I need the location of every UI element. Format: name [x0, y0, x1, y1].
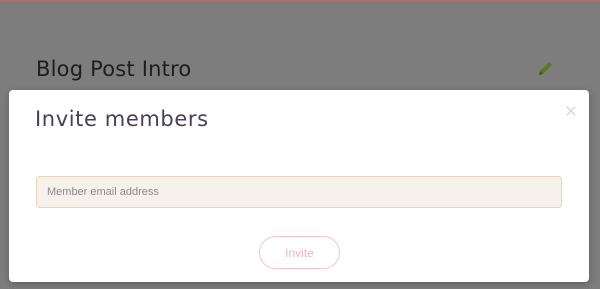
pencil-icon[interactable] [536, 58, 556, 78]
member-email-input[interactable] [36, 176, 562, 208]
page: Blog Post Intro Invite members Invite [0, 0, 600, 289]
accent-line [0, 0, 600, 1]
invite-members-modal: Invite members Invite [9, 90, 589, 282]
invite-button[interactable]: Invite [259, 236, 340, 269]
background-card: Blog Post Intro [10, 36, 590, 96]
card-title: Blog Post Intro [36, 57, 192, 81]
close-icon[interactable] [565, 104, 577, 116]
modal-title: Invite members [35, 107, 209, 131]
